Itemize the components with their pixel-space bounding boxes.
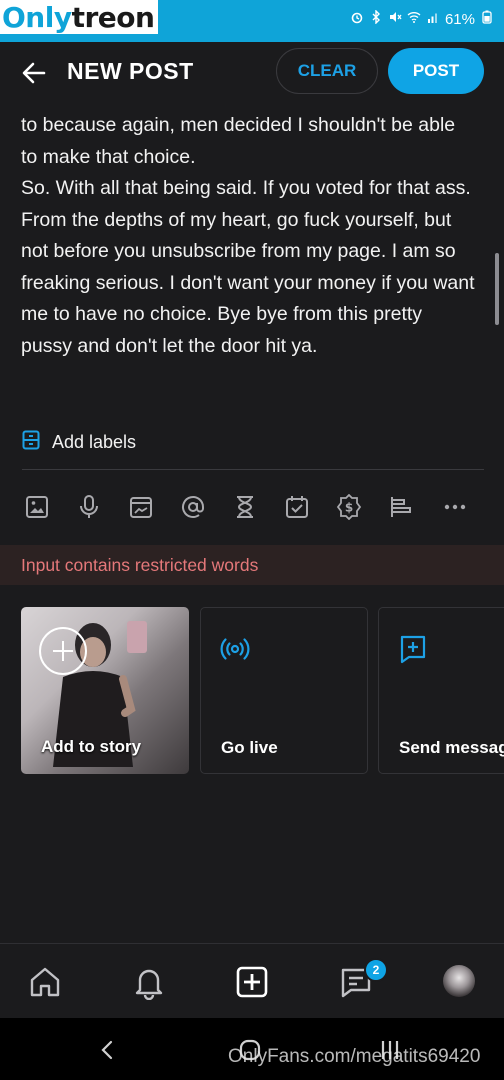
post-button[interactable]: POST xyxy=(388,48,484,94)
top-bar: NEW POST CLEAR POST xyxy=(0,42,504,104)
battery-icon xyxy=(480,10,494,28)
bottom-nav: 2 xyxy=(0,943,504,1019)
status-icons: 61% xyxy=(350,9,494,28)
go-live-label: Go live xyxy=(221,738,278,757)
warning-text: Input contains restricted words xyxy=(21,554,259,575)
bluetooth-icon xyxy=(369,9,383,28)
scrollbar-thumb[interactable] xyxy=(495,253,499,325)
send-message-card[interactable]: Send message xyxy=(378,607,504,774)
restricted-words-warning: Input contains restricted words xyxy=(0,545,504,585)
page-title: NEW POST xyxy=(67,58,194,84)
post-text-area[interactable]: to because again, men decided I shouldn'… xyxy=(21,110,476,362)
messages-badge: 2 xyxy=(364,958,388,982)
image-icon[interactable] xyxy=(22,490,52,524)
price-icon[interactable]: $ xyxy=(334,490,364,524)
svg-text:$: $ xyxy=(345,501,353,515)
alarm-icon xyxy=(350,10,364,28)
watermark-logo-part2: treon xyxy=(71,0,155,34)
send-message-label: Send message xyxy=(399,738,504,757)
microphone-icon[interactable] xyxy=(74,490,104,524)
more-icon[interactable] xyxy=(440,490,470,524)
calendar-check-icon[interactable] xyxy=(282,490,312,524)
divider xyxy=(22,469,484,470)
poll-icon[interactable] xyxy=(386,490,416,524)
label-icon xyxy=(22,430,40,455)
avatar[interactable] xyxy=(443,965,475,997)
message-plus-icon xyxy=(397,633,429,665)
add-to-story-label: Add to story xyxy=(41,737,142,756)
add-to-story-card[interactable]: Add to story xyxy=(21,607,189,774)
mention-icon[interactable] xyxy=(178,490,208,524)
battery-percent: 61% xyxy=(444,10,475,28)
watermark-url: OnlyFans.com/megatits69420 xyxy=(228,1046,481,1067)
post-text-line: So. With all that being said. If you vot… xyxy=(21,177,475,357)
composer-toolbar: $ xyxy=(22,490,482,526)
back-arrow-icon[interactable] xyxy=(20,59,48,87)
status-bar: Only treon 61% xyxy=(0,0,504,42)
home-icon[interactable] xyxy=(25,962,65,1002)
watermark-logo-part1: Only xyxy=(2,0,72,34)
signal-icon xyxy=(426,10,440,28)
add-story-plus-icon xyxy=(39,627,87,675)
vault-icon[interactable] xyxy=(126,490,156,524)
notifications-icon[interactable] xyxy=(129,962,169,1002)
add-labels-button[interactable]: Add labels xyxy=(22,430,136,455)
add-labels-text: Add labels xyxy=(52,432,137,452)
hourglass-icon[interactable] xyxy=(230,490,260,524)
watermark-logo: Only treon xyxy=(0,0,159,34)
go-live-card[interactable]: Go live xyxy=(200,607,368,774)
system-back-icon[interactable] xyxy=(92,1036,124,1064)
broadcast-icon xyxy=(219,633,251,665)
post-text-line: to because again, men decided I shouldn'… xyxy=(21,114,456,168)
mute-icon xyxy=(388,10,402,28)
clear-button[interactable]: CLEAR xyxy=(276,48,378,94)
new-post-icon[interactable] xyxy=(232,962,272,1002)
wifi-icon xyxy=(407,10,421,28)
